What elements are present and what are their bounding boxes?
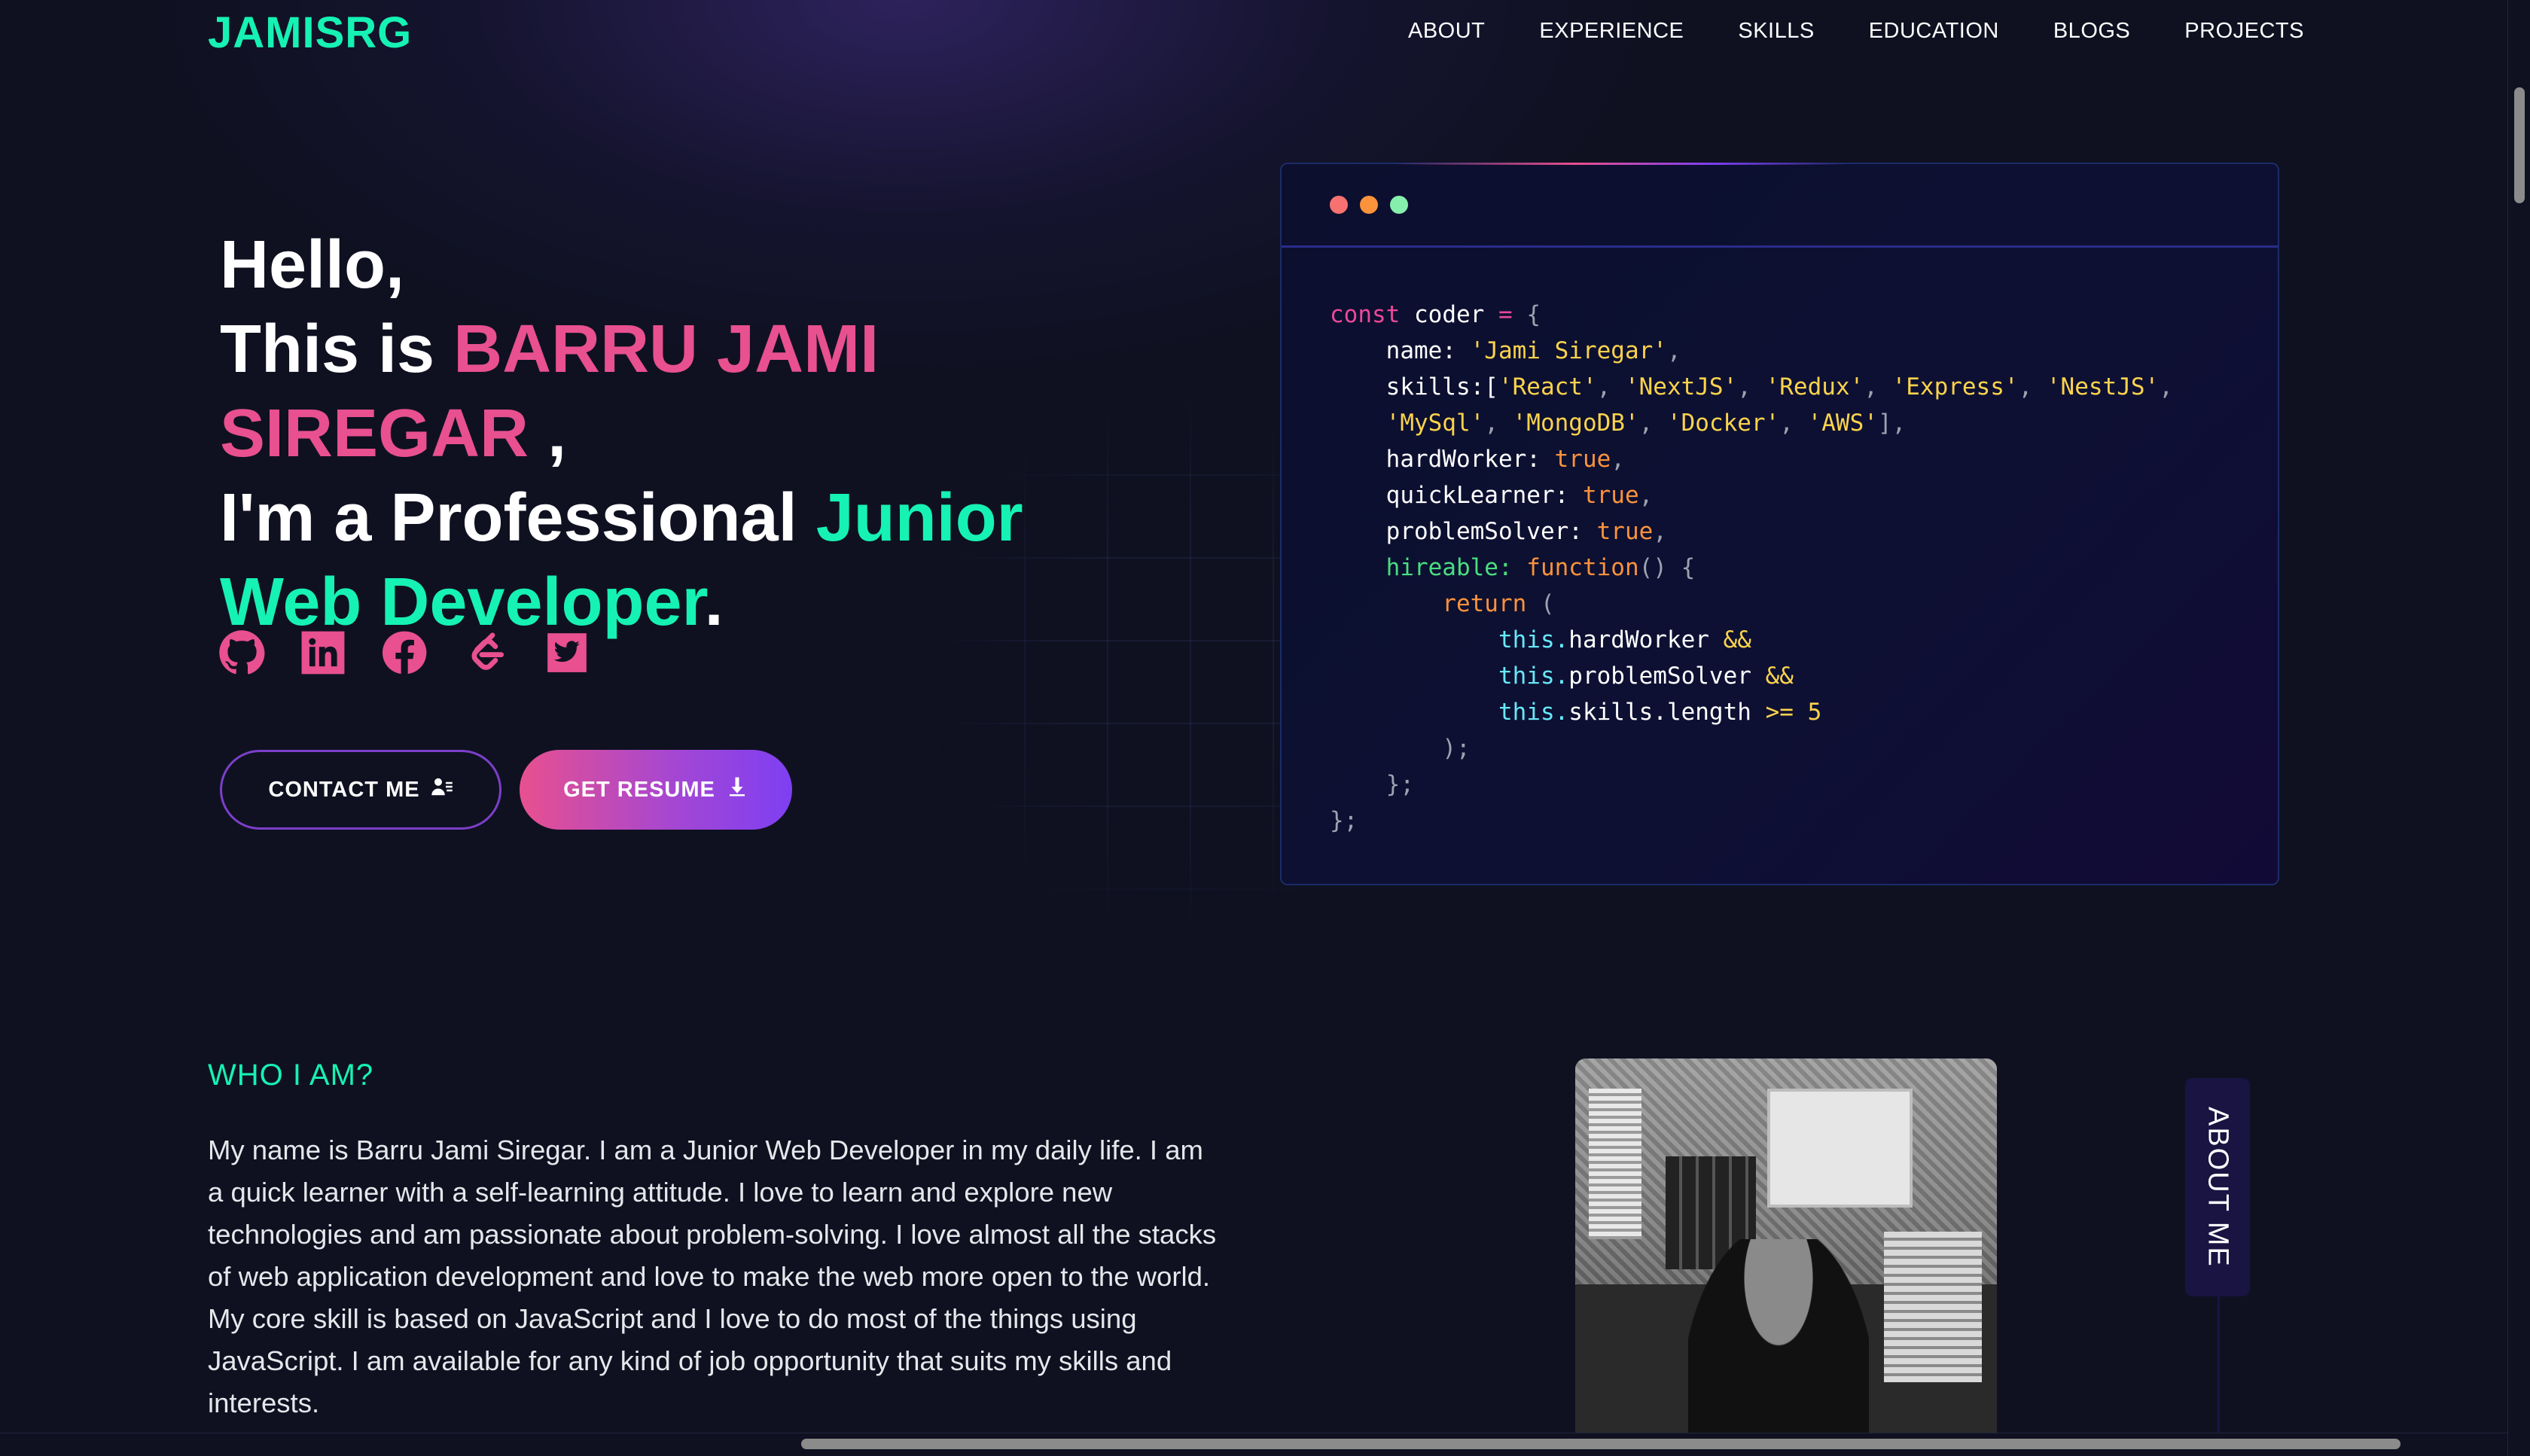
download-icon xyxy=(726,775,748,804)
hero-this-is: This is xyxy=(220,312,454,387)
about-heading: WHO I AM? xyxy=(208,1058,374,1092)
nav-item-skills[interactable]: SKILLS xyxy=(1738,19,1814,44)
hero-title: Hello, This is BARRU JAMI SIREGAR , I'm … xyxy=(220,223,1184,644)
about-description: My name is Barru Jami Siregar. I am a Ju… xyxy=(208,1135,1217,1418)
github-icon[interactable] xyxy=(218,629,265,676)
profile-photo xyxy=(1575,1058,1997,1455)
about-me-side-label: ABOUT ME xyxy=(2202,1107,2234,1268)
contact-user-icon xyxy=(431,775,453,804)
hero-period: . xyxy=(704,565,724,640)
leetcode-icon[interactable] xyxy=(462,629,509,676)
side-tab-line xyxy=(2218,1296,2220,1455)
window-dot-orange xyxy=(1360,196,1378,214)
window-dot-green xyxy=(1390,196,1408,214)
window-dot-red xyxy=(1330,196,1348,214)
nav-item-projects[interactable]: PROJECTS xyxy=(2184,19,2304,44)
get-resume-label: GET RESUME xyxy=(563,777,715,802)
code-block: const coder = { name: 'Jami Siregar', sk… xyxy=(1330,301,2173,834)
hero-name-suffix: , xyxy=(529,396,567,471)
nav-item-about[interactable]: ABOUT xyxy=(1408,19,1485,44)
site-logo[interactable]: JAMISRG xyxy=(208,8,412,58)
contact-me-button[interactable]: CONTACT ME xyxy=(220,750,501,830)
top-nav: ABOUT EXPERIENCE SKILLS EDUCATION BLOGS … xyxy=(1408,19,2358,44)
code-window-titlebar xyxy=(1282,164,2278,248)
vertical-scrollbar-thumb[interactable] xyxy=(2514,87,2525,203)
nav-item-experience[interactable]: EXPERIENCE xyxy=(1539,19,1684,44)
vertical-scrollbar[interactable] xyxy=(2507,0,2530,1455)
contact-me-label: CONTACT ME xyxy=(268,777,420,802)
hero-line-role: I'm a Professional Junior Web Developer. xyxy=(220,476,1184,644)
linkedin-icon[interactable] xyxy=(300,629,346,676)
nav-item-education[interactable]: EDUCATION xyxy=(1869,19,1999,44)
hero-line-name: This is BARRU JAMI SIREGAR , xyxy=(220,307,1184,476)
horizontal-scrollbar-thumb[interactable] xyxy=(801,1439,2400,1449)
get-resume-button[interactable]: GET RESUME xyxy=(520,750,792,830)
code-window: const coder = { name: 'Jami Siregar', sk… xyxy=(1280,163,2279,885)
facebook-icon[interactable] xyxy=(381,629,428,676)
about-me-side-tab: ABOUT ME xyxy=(2185,1078,2250,1296)
twitter-icon[interactable] xyxy=(544,629,590,676)
hero-greeting: Hello, xyxy=(220,227,405,303)
nav-item-blogs[interactable]: BLOGS xyxy=(2053,19,2130,44)
hero-im-a: I'm a Professional xyxy=(220,480,816,556)
social-links xyxy=(218,629,590,676)
